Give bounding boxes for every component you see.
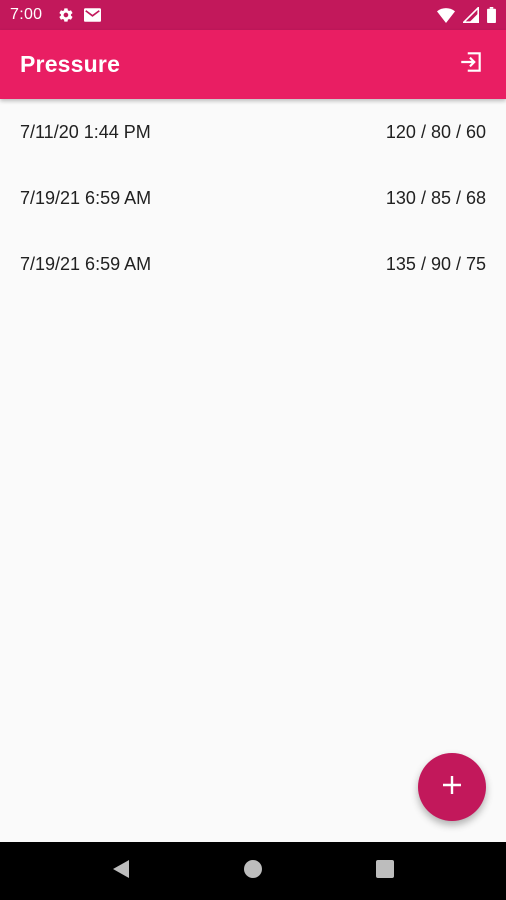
page-title: Pressure [20,51,121,77]
home-button[interactable] [233,851,273,891]
recents-button[interactable] [365,851,405,891]
settings-icon [58,7,74,23]
recents-icon [375,859,395,884]
reading-date: 7/19/21 6:59 AM [20,187,152,208]
reading-value: 120 / 80 / 60 [385,121,486,142]
home-icon [243,859,263,884]
add-icon [441,774,463,801]
login-button[interactable] [456,50,486,80]
status-bar: 7:00 [0,0,506,30]
app-bar: Pressure [0,30,506,99]
reading-date: 7/19/21 6:59 AM [20,253,152,274]
login-icon [458,49,484,80]
back-icon [111,859,131,884]
screen: 7:00 Pressure 7/11/20 1:44 PM 120 / 80 /… [0,0,506,900]
mail-icon [84,8,102,22]
battery-icon [487,7,496,23]
reading-date: 7/11/20 1:44 PM [20,121,151,142]
status-right-icons [437,7,496,23]
navigation-bar [0,842,506,900]
wifi-icon [437,7,455,23]
list-item[interactable]: 7/19/21 6:59 AM 135 / 90 / 75 [0,231,506,297]
back-button[interactable] [101,851,141,891]
add-reading-button[interactable] [418,753,486,821]
reading-value: 130 / 85 / 68 [385,187,486,208]
list-item[interactable]: 7/11/20 1:44 PM 120 / 80 / 60 [0,99,506,165]
reading-value: 135 / 90 / 75 [385,253,486,274]
signal-icon [463,7,479,23]
readings-list: 7/11/20 1:44 PM 120 / 80 / 60 7/19/21 6:… [0,99,506,297]
list-item[interactable]: 7/19/21 6:59 AM 130 / 85 / 68 [0,165,506,231]
status-left-icons [58,7,102,23]
status-time: 7:00 [10,6,43,23]
